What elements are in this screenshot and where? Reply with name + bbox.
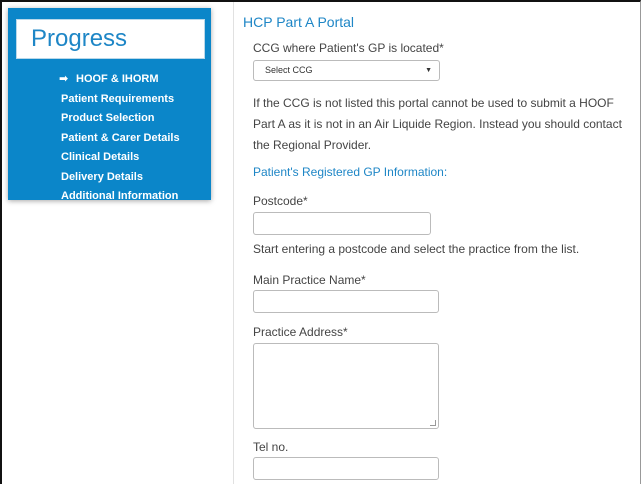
practice-name-label: Main Practice Name* — [253, 273, 366, 287]
progress-item-hoof-ihorm[interactable]: ➡ HOOF & IHORM — [59, 70, 180, 90]
ccg-select[interactable]: Select CCG ▼ — [253, 60, 440, 81]
practice-address-label: Practice Address* — [253, 325, 348, 339]
progress-item-patient-requirements[interactable]: Patient Requirements — [61, 90, 180, 110]
practice-address-textarea[interactable] — [253, 343, 439, 429]
progress-item-delivery-details[interactable]: Delivery Details — [61, 168, 180, 188]
progress-item-additional-information[interactable]: Additional Information — [61, 187, 180, 207]
progress-title: Progress — [16, 19, 205, 59]
progress-list: ➡ HOOF & IHORM Patient Requirements Produ… — [59, 70, 180, 207]
progress-panel: Progress ➡ HOOF & IHORM Patient Requireme… — [8, 8, 211, 202]
column-divider — [233, 2, 234, 484]
postcode-help-text: Start entering a postcode and select the… — [253, 242, 580, 256]
postcode-input[interactable] — [253, 212, 431, 235]
arrow-right-icon: ➡ — [59, 73, 69, 85]
progress-item-clinical-details[interactable]: Clinical Details — [61, 148, 180, 168]
practice-name-input[interactable] — [253, 290, 439, 313]
ccg-label: CCG where Patient's GP is located* — [253, 41, 444, 55]
ccg-select-value: Select CCG — [265, 65, 313, 75]
tel-input[interactable] — [253, 457, 439, 480]
progress-item-product-selection[interactable]: Product Selection — [61, 109, 180, 129]
progress-item-patient-carer-details[interactable]: Patient & Carer Details — [61, 129, 180, 149]
chevron-down-icon: ▼ — [425, 67, 432, 74]
gp-section-heading: Patient's Registered GP Information: — [253, 165, 448, 179]
postcode-label: Postcode* — [253, 194, 308, 208]
page-title: HCP Part A Portal — [243, 14, 355, 30]
resize-grip-icon[interactable] — [430, 420, 436, 426]
tel-label: Tel no. — [253, 440, 289, 454]
progress-item-label: HOOF & IHORM — [76, 73, 159, 85]
ccg-note: If the CCG is not listed this portal can… — [253, 96, 622, 152]
